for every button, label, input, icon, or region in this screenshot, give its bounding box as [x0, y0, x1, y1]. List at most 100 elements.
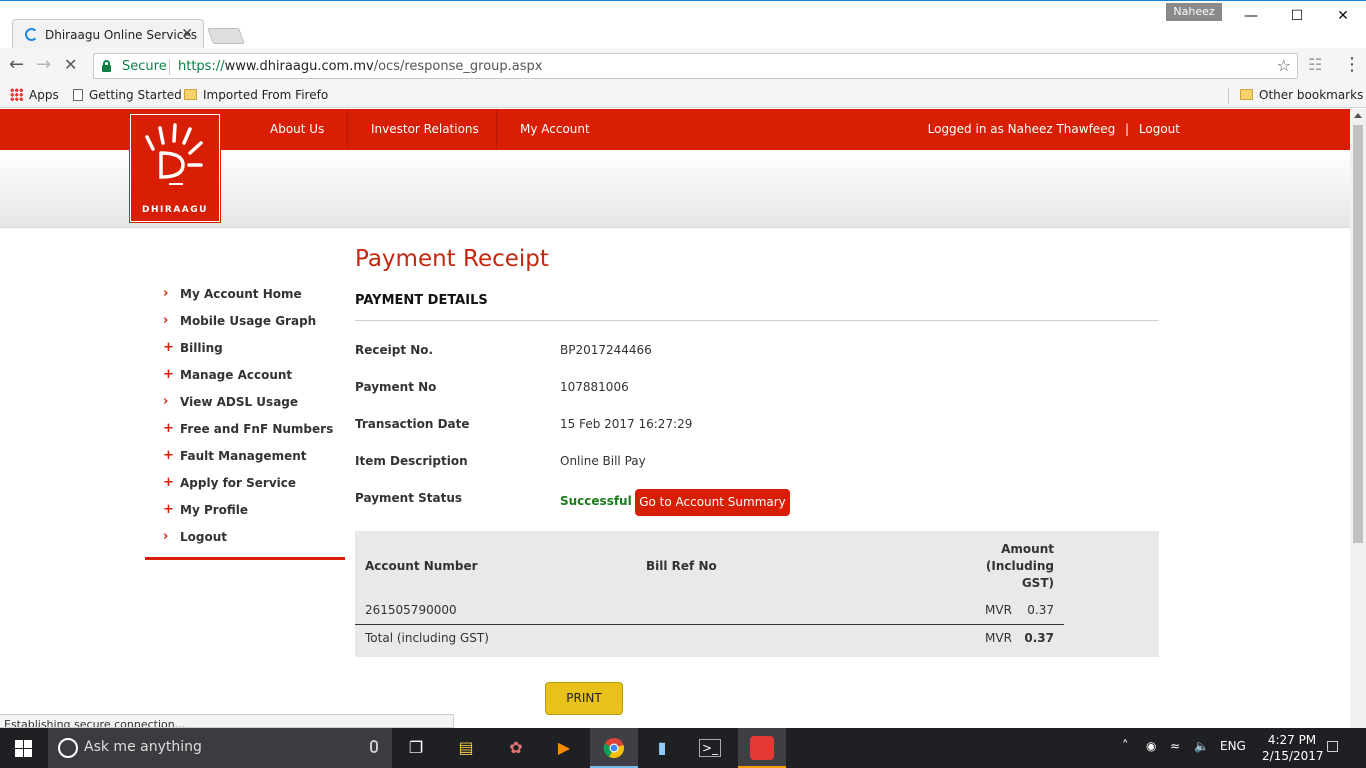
command-prompt-icon[interactable]: >_ — [699, 739, 721, 757]
plus-icon: + — [163, 502, 174, 517]
col-amount-including: (Including — [985, 559, 1054, 573]
maximize-icon[interactable]: ☐ — [1274, 5, 1320, 27]
go-to-account-summary-button[interactable]: Go to Account Summary — [635, 489, 790, 516]
sidebar-item-label: Billing — [180, 341, 223, 355]
profile-badge[interactable]: Naheez — [1166, 3, 1222, 21]
sidebar-item-label: Fault Management — [180, 449, 307, 463]
chrome-icon — [603, 738, 624, 759]
secure-label: Secure — [122, 59, 167, 74]
new-tab-button[interactable] — [207, 28, 245, 44]
chevron-right-icon: › — [163, 529, 169, 544]
payment-no-value: 107881006 — [560, 380, 629, 394]
minimize-icon[interactable]: — — [1228, 5, 1274, 27]
task-view-icon[interactable]: ❐ — [404, 736, 428, 760]
tray-record-icon[interactable]: ◉ — [1146, 739, 1156, 753]
media-player-icon[interactable]: ▶ — [552, 736, 576, 760]
apps-grid-icon — [10, 88, 23, 101]
file-explorer-icon[interactable]: ▤ — [454, 736, 478, 760]
folder-icon — [184, 89, 197, 100]
sidebar-item-logout[interactable]: › Logout — [145, 528, 345, 555]
paint-app-icon[interactable]: ✿ — [504, 736, 528, 760]
bookmark-imported-firefox[interactable]: Imported From Firefo — [184, 88, 328, 102]
tab-close-icon[interactable]: ✕ — [181, 26, 193, 42]
url-text[interactable]: https://www.dhiraagu.com.mv/ocs/response… — [178, 59, 542, 74]
volume-icon[interactable]: 🔈 — [1194, 739, 1209, 753]
payment-table: Account Number Bill Ref No Amount (Inclu… — [355, 531, 1159, 657]
section-divider — [355, 320, 1159, 321]
browser-tab[interactable]: Dhiraagu Online Services ✕ — [12, 19, 204, 49]
col-bill-ref-no: Bill Ref No — [646, 559, 717, 573]
transaction-date-label: Transaction Date — [355, 417, 470, 431]
bookmark-getting-started[interactable]: Getting Started — [73, 88, 182, 102]
sidebar-item-my-profile[interactable]: + My Profile — [145, 501, 345, 528]
account-sidebar: › My Account Home › Mobile Usage Graph + Bi… — [145, 285, 345, 555]
bookmark-other[interactable]: Other bookmarks — [1240, 88, 1363, 102]
sidebar-bottom-rule — [145, 557, 345, 560]
table-row-account: 261505790000 — [365, 603, 457, 617]
page-scrollbar[interactable] — [1350, 109, 1366, 728]
sidebar-item-view-adsl-usage[interactable]: › View ADSL Usage — [145, 393, 345, 420]
translate-extension-icon[interactable]: ☷ — [1308, 55, 1322, 74]
print-button[interactable]: PRINT — [545, 682, 623, 715]
total-currency: MVR — [985, 631, 1012, 645]
sidebar-item-free-fnf-numbers[interactable]: + Free and FnF Numbers — [145, 420, 345, 447]
col-amount-gst: GST) — [1021, 576, 1054, 590]
header-logout-link[interactable]: Logout — [1139, 122, 1180, 136]
sidebar-item-apply-for-service[interactable]: + Apply for Service — [145, 474, 345, 501]
sidebar-item-billing[interactable]: + Billing — [145, 339, 345, 366]
microphone-icon[interactable] — [370, 740, 378, 753]
folder-icon — [1240, 89, 1253, 100]
col-amount: Amount — [1001, 542, 1054, 556]
close-window-icon[interactable]: ✕ — [1320, 5, 1366, 27]
notes-app-icon[interactable]: ▮ — [650, 736, 674, 760]
taskbar-clock[interactable]: 4:27 PM 2/15/2017 — [1262, 732, 1324, 764]
nav-my-account[interactable]: My Account — [520, 109, 590, 150]
plus-icon: + — [163, 475, 174, 490]
sidebar-item-label: Apply for Service — [180, 476, 297, 490]
sidebar-item-fault-management[interactable]: + Fault Management — [145, 447, 345, 474]
sidebar-item-label: View ADSL Usage — [180, 395, 299, 409]
bookmark-star-icon[interactable]: ☆ — [1277, 56, 1291, 75]
stop-icon[interactable]: ✕ — [64, 55, 77, 74]
browser-toolbar: ← → ✕ Secure https://www.dhiraagu.com.mv… — [0, 48, 1366, 84]
bookmarks-bar: Apps Getting Started Imported From Firef… — [0, 84, 1366, 108]
scroll-thumb[interactable] — [1353, 125, 1363, 543]
plus-icon: + — [163, 340, 174, 355]
nav-about-us[interactable]: About Us — [270, 109, 324, 150]
chrome-taskbar-button[interactable] — [590, 728, 638, 768]
back-icon[interactable]: ← — [9, 54, 24, 75]
windows-start-icon[interactable] — [15, 740, 32, 757]
chevron-right-icon: › — [163, 394, 169, 409]
red-app-icon — [750, 736, 774, 760]
sidebar-item-my-account-home[interactable]: › My Account Home — [145, 285, 345, 312]
dhiraagu-logo[interactable]: DHIRAAGU — [130, 114, 220, 222]
sidebar-item-manage-account[interactable]: + Manage Account — [145, 366, 345, 393]
receipt-no-label: Receipt No. — [355, 343, 434, 357]
bookmark-apps[interactable]: Apps — [10, 88, 59, 102]
wifi-icon[interactable]: ≈ — [1170, 739, 1180, 753]
payment-status-badge: Successful — [560, 494, 632, 508]
windows-taskbar: Ask me anything ❐ ▤ ✿ ▶ ▮ >_ ˄ ◉ ≈ 🔈 ENG… — [0, 728, 1366, 768]
address-bar[interactable]: Secure https://www.dhiraagu.com.mv/ocs/r… — [93, 53, 1298, 79]
sidebar-item-label: Free and FnF Numbers — [180, 422, 334, 436]
sidebar-item-mobile-usage-graph[interactable]: › Mobile Usage Graph — [145, 312, 345, 339]
dhiraagu-hand-logo-icon — [145, 123, 203, 185]
bookmark-divider — [1228, 88, 1229, 104]
total-label: Total (including GST) — [365, 631, 489, 645]
col-account-number: Account Number — [365, 559, 478, 573]
sidebar-item-label: Manage Account — [180, 368, 293, 382]
notifications-icon[interactable]: □ — [1326, 738, 1339, 754]
forward-icon[interactable]: → — [36, 54, 51, 75]
sidebar-item-label: My Profile — [180, 503, 249, 517]
pinned-app-taskbar-button[interactable] — [738, 728, 786, 768]
item-description-label: Item Description — [355, 454, 468, 468]
scroll-up-arrow-icon[interactable] — [1354, 113, 1362, 118]
browser-titlebar: Dhiraagu Online Services ✕ Naheez — ☐ ✕ — [0, 0, 1366, 49]
nav-investor-relations[interactable]: Investor Relations — [371, 109, 479, 150]
menu-kebab-icon[interactable]: ⋮ — [1343, 54, 1361, 75]
taskbar-search-box[interactable]: Ask me anything — [48, 728, 392, 768]
table-row-amount: 0.37 — [1027, 603, 1054, 617]
tray-chevron-up-icon[interactable]: ˄ — [1122, 739, 1129, 754]
language-indicator[interactable]: ENG — [1220, 739, 1246, 753]
user-area: Logged in as Naheez Thawfeeg | Logout — [928, 109, 1180, 150]
